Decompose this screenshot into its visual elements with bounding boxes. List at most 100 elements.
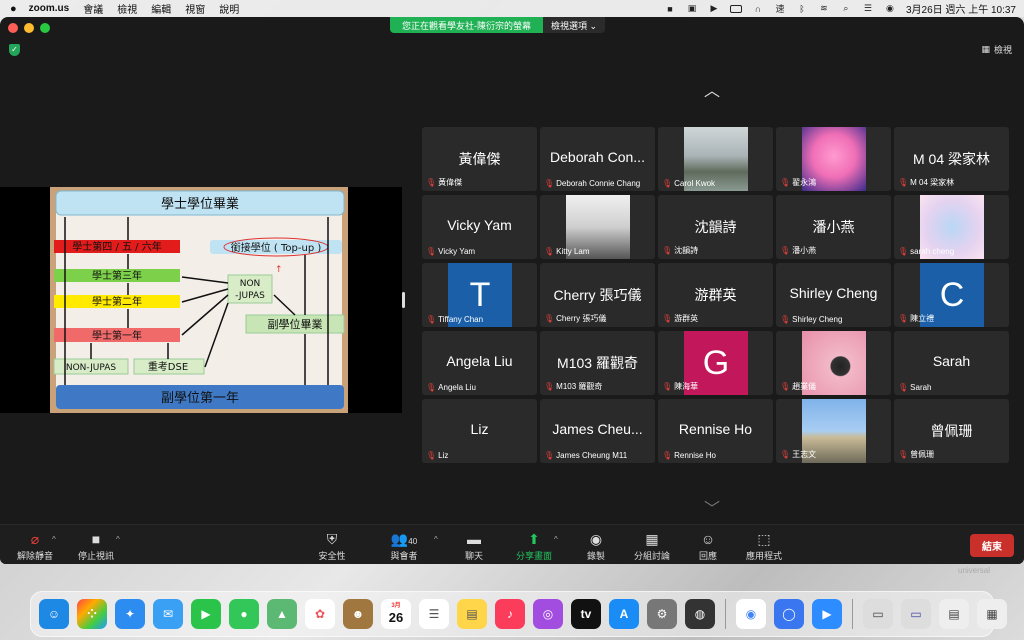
security-button[interactable]: ⛨ 安全性 — [302, 531, 362, 562]
battery-icon[interactable] — [729, 4, 742, 14]
slide-year1: 學士第一年 — [92, 329, 142, 342]
participant-tile[interactable]: 🎙 翟永鴻 — [776, 127, 891, 191]
music-icon[interactable]: ♪ — [495, 599, 525, 629]
recent-document-icon-4[interactable]: ▦ — [977, 599, 1007, 629]
participant-display-name: 潘小燕 — [812, 219, 855, 235]
minimize-window-button[interactable] — [24, 23, 34, 33]
close-window-button[interactable] — [8, 23, 18, 33]
photos-icon[interactable]: ✿ — [305, 599, 335, 629]
screen-share-status-icon[interactable]: ▣ — [686, 3, 698, 14]
safari-icon[interactable]: ✦ — [115, 599, 145, 629]
page-up-chevron-icon[interactable]: ︿ — [704, 77, 720, 101]
participant-tile[interactable]: 🎙 Kitty Lam — [540, 195, 655, 259]
participant-tile[interactable]: Angela Liu 🎙 Angela Liu — [422, 331, 537, 395]
audio-options-caret-icon[interactable]: ^ — [52, 535, 56, 544]
finder-icon[interactable]: ☺ — [39, 599, 69, 629]
wifi-icon[interactable]: ≋ — [818, 3, 830, 14]
view-options-button[interactable]: 檢視選項 ⌄ — [543, 17, 606, 33]
chrome-icon[interactable]: ◉ — [736, 599, 766, 629]
recent-document-icon-3[interactable]: ▤ — [939, 599, 969, 629]
menu-window[interactable]: 視窗 — [185, 1, 205, 16]
participant-tile[interactable]: Sarah 🎙 Sarah — [894, 331, 1009, 395]
search-icon[interactable]: ⌕ — [840, 3, 852, 14]
mail-icon[interactable]: ✉ — [153, 599, 183, 629]
launchpad-icon[interactable]: ⁘ — [77, 599, 107, 629]
bluetooth-icon[interactable]: ᛒ — [796, 4, 808, 14]
participants-caret-icon[interactable]: ^ — [434, 535, 438, 544]
participant-tile[interactable]: Shirley Cheng 🎙 Shirley Cheng — [776, 263, 891, 327]
participant-tile[interactable]: 🎙 趙業儀 — [776, 331, 891, 395]
reminders-icon[interactable]: ☰ — [419, 599, 449, 629]
split-view-handle[interactable] — [402, 292, 405, 308]
participant-tile[interactable]: 曾佩珊 🎙 曾佩珊 — [894, 399, 1009, 463]
participant-tile[interactable]: G 🎙 陳海華 — [658, 331, 773, 395]
reactions-button[interactable]: ☺ 回應 — [678, 531, 738, 562]
participant-name: Shirley Cheng — [792, 315, 843, 324]
participants-button[interactable]: 👥40 與會者 — [374, 531, 434, 562]
menu-view[interactable]: 檢視 — [117, 1, 137, 16]
apps-button[interactable]: ⬚ 應用程式 — [734, 531, 794, 562]
page-down-chevron-icon[interactable]: ﹀ — [704, 495, 720, 519]
signal-icon[interactable]: ◯ — [774, 599, 804, 629]
system-preferences-icon[interactable]: ⚙ — [647, 599, 677, 629]
recent-document-icon-2[interactable]: ▭ — [901, 599, 931, 629]
end-meeting-button[interactable]: 結束 — [970, 534, 1014, 557]
participant-tile[interactable]: Vicky Yam 🎙 Vicky Yam — [422, 195, 537, 259]
participant-tile[interactable]: Rennise Ho 🎙 Rennise Ho — [658, 399, 773, 463]
control-center-icon[interactable]: ☰ — [862, 3, 874, 14]
participant-tile[interactable]: Cherry 張巧儀 🎙 Cherry 張巧儀 — [540, 263, 655, 327]
siri-icon[interactable]: ◉ — [884, 3, 896, 14]
play-icon[interactable]: ▶ — [708, 3, 720, 14]
participant-tile[interactable]: M 04 梁家林 🎙 M 04 梁家林 — [894, 127, 1009, 191]
facetime-icon[interactable]: ▶ — [191, 599, 221, 629]
encryption-shield-icon[interactable]: ✓ — [9, 44, 20, 56]
record-button[interactable]: ◉ 錄製 — [566, 531, 626, 562]
maps-icon[interactable]: ▲ — [267, 599, 297, 629]
participant-tile[interactable]: Deborah Con... 🎙 Deborah Connie Chang — [540, 127, 655, 191]
participant-name: 翟永鴻 — [792, 178, 817, 187]
participant-tile[interactable]: 游群英 🎙 游群英 — [658, 263, 773, 327]
tv-icon[interactable]: tv — [571, 599, 601, 629]
view-button[interactable]: ▦ 檢視 — [981, 43, 1012, 56]
shared-screen: 學士學位畢業 副學位第一年 學士第四 / 五 / 六年 銜接學位 ( Top-u… — [0, 187, 402, 413]
muted-mic-icon: 🎙 — [898, 450, 909, 459]
video-options-caret-icon[interactable]: ^ — [116, 535, 120, 544]
menu-meeting[interactable]: 會議 — [83, 1, 103, 16]
calendar-icon[interactable]: 3月 26 — [381, 599, 411, 629]
participant-tile[interactable]: 🎙 sarah cheng — [894, 195, 1009, 259]
unmute-button[interactable]: ⌀ 解除靜音 — [5, 531, 65, 562]
app-store-icon[interactable]: A — [609, 599, 639, 629]
chat-button[interactable]: ▬ 聊天 — [444, 531, 504, 562]
trash-icon[interactable]: 🗑 — [1015, 599, 1024, 629]
clock[interactable]: 3月26日 週六 上午 10:37 — [906, 1, 1016, 16]
messages-icon[interactable]: ● — [229, 599, 259, 629]
contacts-icon[interactable]: ☻ — [343, 599, 373, 629]
participant-tile[interactable]: 潘小燕 🎙 潘小燕 — [776, 195, 891, 259]
participant-tile[interactable]: James Cheu... 🎙 James Cheung M11 — [540, 399, 655, 463]
input-method-icon[interactable]: 速 — [774, 4, 786, 14]
participant-tile[interactable]: C 🎙 陳立禮 — [894, 263, 1009, 327]
headphones-icon[interactable]: ∩ — [752, 4, 764, 14]
menu-help[interactable]: 說明 — [219, 1, 239, 16]
participant-name: Tiffany Chan — [438, 315, 484, 324]
podcasts-icon[interactable]: ◎ — [533, 599, 563, 629]
participant-tile[interactable]: M103 羅觀奇 🎙 M103 羅觀奇 — [540, 331, 655, 395]
notes-icon[interactable]: ▤ — [457, 599, 487, 629]
apple-icon[interactable]: ● — [10, 3, 17, 15]
participant-tile[interactable]: T 🎙 Tiffany Chan — [422, 263, 537, 327]
participant-tile[interactable]: 沈韻詩 🎙 沈韻詩 — [658, 195, 773, 259]
zoom-window-button[interactable] — [40, 23, 50, 33]
share-caret-icon[interactable]: ^ — [554, 535, 558, 544]
menu-edit[interactable]: 編輯 — [151, 1, 171, 16]
participant-tile[interactable]: Liz 🎙 Liz — [422, 399, 537, 463]
recent-document-icon-1[interactable]: ▭ — [863, 599, 893, 629]
breakout-rooms-button[interactable]: ▦ 分組討論 — [622, 531, 682, 562]
slide-non-jupas-label: NON-JUPAS — [66, 363, 117, 373]
participant-tile[interactable]: 🎙 王志文 — [776, 399, 891, 463]
participant-tile[interactable]: 🎙 Carol Kwok — [658, 127, 773, 191]
zoom-icon[interactable]: ▶ — [812, 599, 842, 629]
participant-tile[interactable]: 黃偉傑 🎙 黃偉傑 — [422, 127, 537, 191]
screenshot-icon[interactable]: ◍ — [685, 599, 715, 629]
camera-status-icon[interactable]: ■ — [664, 4, 676, 14]
menu-app[interactable]: zoom.us — [29, 3, 70, 14]
